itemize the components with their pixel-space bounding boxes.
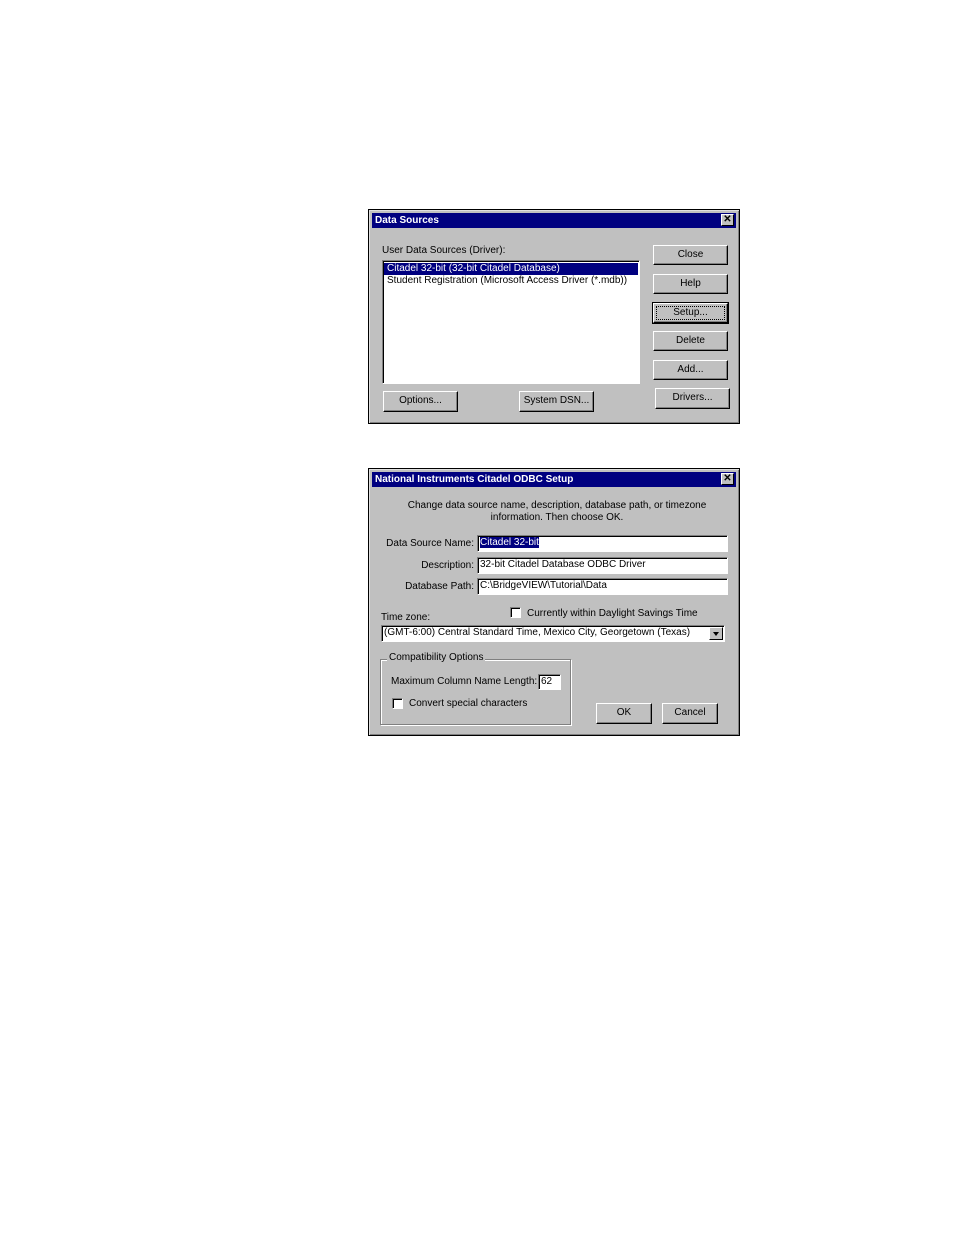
help-button[interactable]: Help (653, 274, 728, 294)
chevron-down-icon[interactable] (709, 627, 723, 640)
database-path-label: Database Path: (405, 581, 474, 592)
odbc-setup-title-bar[interactable]: National Instruments Citadel ODBC Setup … (372, 472, 736, 487)
odbc-setup-dialog: National Instruments Citadel ODBC Setup … (368, 468, 740, 736)
list-item[interactable]: Citadel 32-bit (32-bit Citadel Database) (384, 263, 638, 275)
close-icon[interactable]: ✕ (721, 214, 734, 226)
close-button[interactable]: Close (653, 245, 728, 265)
max-column-label: Maximum Column Name Length: (391, 676, 538, 687)
cancel-button[interactable]: Cancel (662, 703, 718, 724)
database-path-field[interactable]: C:\BridgeVIEW\Tutorial\Data (477, 578, 728, 595)
dsn-label: Data Source Name: (386, 538, 474, 549)
odbc-setup-title: National Instruments Citadel ODBC Setup (375, 474, 574, 485)
description-label: Description: (421, 560, 474, 571)
setup-button[interactable]: Setup... (652, 302, 729, 324)
instructions-text: Change data source name, description, da… (407, 500, 707, 523)
timezone-label: Time zone: (381, 612, 431, 623)
max-column-field[interactable]: 62 (538, 674, 561, 690)
compatibility-options-group (380, 659, 571, 725)
data-sources-dialog: Data Sources ✕ User Data Sources (Driver… (368, 209, 740, 424)
add-button[interactable]: Add... (653, 360, 728, 380)
user-data-sources-label: User Data Sources (Driver): (382, 245, 506, 256)
delete-button[interactable]: Delete (653, 331, 728, 351)
dst-checkbox[interactable] (510, 607, 521, 618)
close-icon[interactable]: ✕ (721, 473, 734, 485)
convert-special-checkbox[interactable] (392, 698, 403, 709)
convert-special-label[interactable]: Convert special characters (409, 698, 527, 709)
drivers-button[interactable]: Drivers... (655, 388, 730, 409)
timezone-dropdown[interactable]: (GMT-6:00) Central Standard Time, Mexico… (381, 625, 725, 642)
system-dsn-button[interactable]: System DSN... (519, 391, 594, 412)
data-sources-list[interactable]: Citadel 32-bit (32-bit Citadel Database)… (382, 260, 640, 384)
dsn-field[interactable]: Citadel 32-bit (477, 535, 728, 552)
dst-label[interactable]: Currently within Daylight Savings Time (527, 608, 698, 619)
description-field[interactable]: 32-bit Citadel Database ODBC Driver (477, 557, 728, 574)
data-sources-title: Data Sources (375, 215, 439, 226)
options-button[interactable]: Options... (383, 391, 458, 412)
list-item[interactable]: Student Registration (Microsoft Access D… (384, 275, 638, 287)
ok-button[interactable]: OK (596, 703, 652, 724)
data-sources-title-bar[interactable]: Data Sources ✕ (372, 213, 736, 228)
compatibility-options-label: Compatibility Options (387, 652, 486, 663)
